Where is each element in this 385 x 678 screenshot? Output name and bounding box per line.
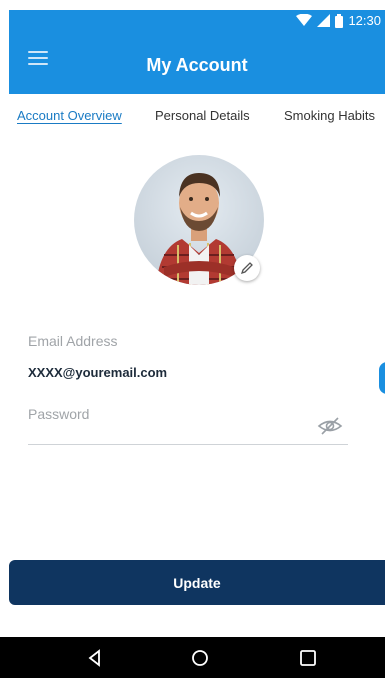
edit-avatar-button[interactable] (234, 255, 260, 281)
status-icons: 12:30 (296, 13, 381, 28)
page-title: My Account (146, 55, 248, 75)
recents-square-icon[interactable] (299, 649, 317, 667)
tab-account-overview[interactable]: Account Overview (17, 108, 122, 123)
status-time: 12:30 (348, 13, 381, 28)
wifi-icon (296, 14, 313, 26)
email-field[interactable]: XXXX@youremail.com (28, 365, 167, 380)
eye-slash-icon[interactable] (317, 417, 343, 435)
account-tabs: Account Overview Personal Details Smokin… (0, 108, 385, 134)
profile-avatar-container (134, 155, 264, 285)
update-button[interactable]: Update (9, 560, 385, 605)
email-label: Email Address (28, 333, 118, 349)
battery-icon (335, 13, 344, 28)
app-bar: My Account (9, 35, 385, 94)
back-triangle-icon[interactable] (86, 649, 104, 667)
home-circle-icon[interactable] (191, 649, 209, 667)
password-underline (28, 444, 348, 445)
side-tab-handle[interactable] (379, 362, 385, 394)
tab-personal-details[interactable]: Personal Details (155, 108, 250, 123)
signal-icon (317, 14, 331, 27)
tab-smoking-habits[interactable]: Smoking Habits (284, 108, 375, 123)
pencil-icon (240, 262, 253, 275)
status-bar: 12:30 (9, 10, 385, 35)
system-nav-bar (0, 637, 385, 678)
password-label[interactable]: Password (28, 406, 89, 422)
